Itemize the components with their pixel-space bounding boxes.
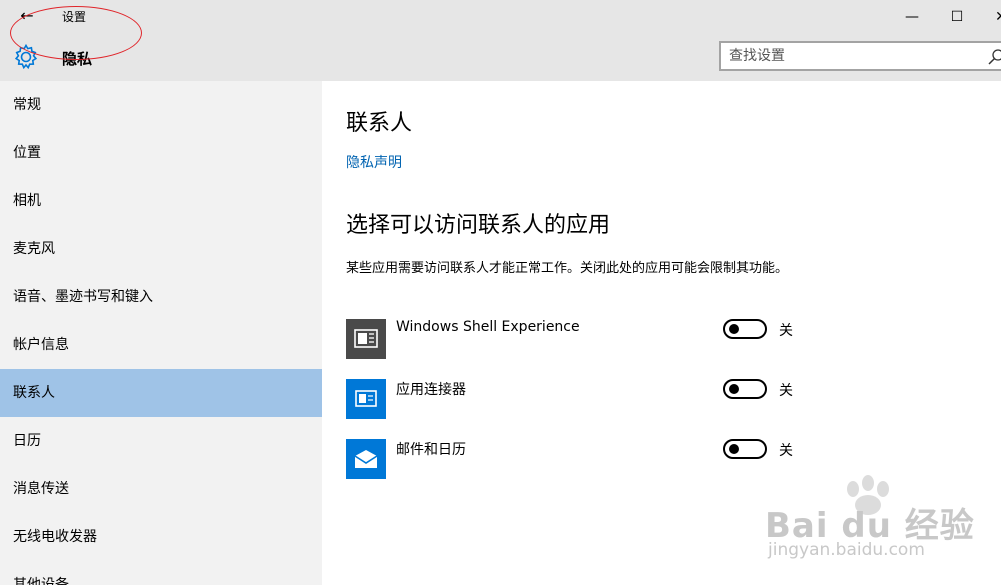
toggle-knob [729,444,739,454]
toggle-knob [729,384,739,394]
sidebar-item-messaging[interactable]: 消息传送 [0,465,322,513]
title-bar: ← 设置 — ☐ ✕ 隐私 [0,0,1001,81]
sidebar-item-other-devices[interactable]: 其他设备 [0,561,322,585]
section-description: 某些应用需要访问联系人才能正常工作。关闭此处的应用可能会限制其功能。 [346,261,789,276]
app-row-shell-experience: Windows Shell Experience 关 [346,319,806,359]
app-row-mail-calendar: 邮件和日历 关 [346,439,806,479]
sidebar-item-contacts[interactable]: 联系人 [0,369,322,417]
close-icon: ✕ [995,9,1001,25]
page-title: 联系人 [346,111,413,136]
toggle-knob [729,324,739,334]
sidebar-item-location[interactable]: 位置 [0,129,322,177]
minimize-button[interactable]: — [897,5,927,29]
sidebar-item-label: 帐户信息 [13,337,69,353]
sidebar-item-general[interactable]: 常规 [0,81,322,129]
sidebar-item-label: 联系人 [13,385,55,401]
annotation-ellipse [10,6,142,60]
watermark-url: jingyan.baidu.com [768,540,925,560]
sidebar-item-label: 位置 [13,145,41,161]
sidebar-item-radios[interactable]: 无线电收发器 [0,513,322,561]
search-box[interactable] [719,41,1001,71]
sidebar-item-label: 无线电收发器 [13,529,97,545]
app-access-toggle[interactable] [723,439,767,459]
sidebar-item-label: 常规 [13,97,41,113]
sidebar-item-label: 麦克风 [13,241,55,257]
sidebar-item-label: 消息传送 [13,481,69,497]
sidebar-item-speech-inking[interactable]: 语音、墨迹书写和键入 [0,273,322,321]
app-name: Windows Shell Experience [396,319,580,335]
close-button[interactable]: ✕ [986,5,1001,29]
app-access-toggle[interactable] [723,379,767,399]
app-name: 邮件和日历 [396,442,466,458]
sidebar-item-label: 语音、墨迹书写和键入 [13,289,153,305]
app-connector-icon [346,379,386,419]
sidebar-item-account-info[interactable]: 帐户信息 [0,321,322,369]
toggle-state-label: 关 [779,383,793,399]
sidebar: 常规 位置 相机 麦克风 语音、墨迹书写和键入 帐户信息 联系人 日历 消息传送… [0,81,322,585]
app-name: 应用连接器 [396,382,466,398]
app-access-toggle[interactable] [723,319,767,339]
toggle-state-label: 关 [779,443,793,459]
maximize-icon: ☐ [950,9,964,25]
sidebar-item-camera[interactable]: 相机 [0,177,322,225]
toggle-state-label: 关 [779,323,793,339]
minimize-icon: — [905,9,919,25]
search-icon[interactable] [987,48,1001,66]
sidebar-item-label: 其他设备 [13,577,69,585]
sidebar-item-calendar[interactable]: 日历 [0,417,322,465]
sidebar-item-label: 日历 [13,433,41,449]
privacy-statement-link[interactable]: 隐私声明 [346,152,402,172]
shell-experience-icon [346,319,386,359]
sidebar-item-microphone[interactable]: 麦克风 [0,225,322,273]
mail-icon [346,439,386,479]
section-heading: 选择可以访问联系人的应用 [346,213,611,238]
search-input[interactable] [729,47,979,65]
sidebar-item-label: 相机 [13,193,41,209]
maximize-button[interactable]: ☐ [942,5,972,29]
app-row-app-connector: 应用连接器 关 [346,379,806,419]
